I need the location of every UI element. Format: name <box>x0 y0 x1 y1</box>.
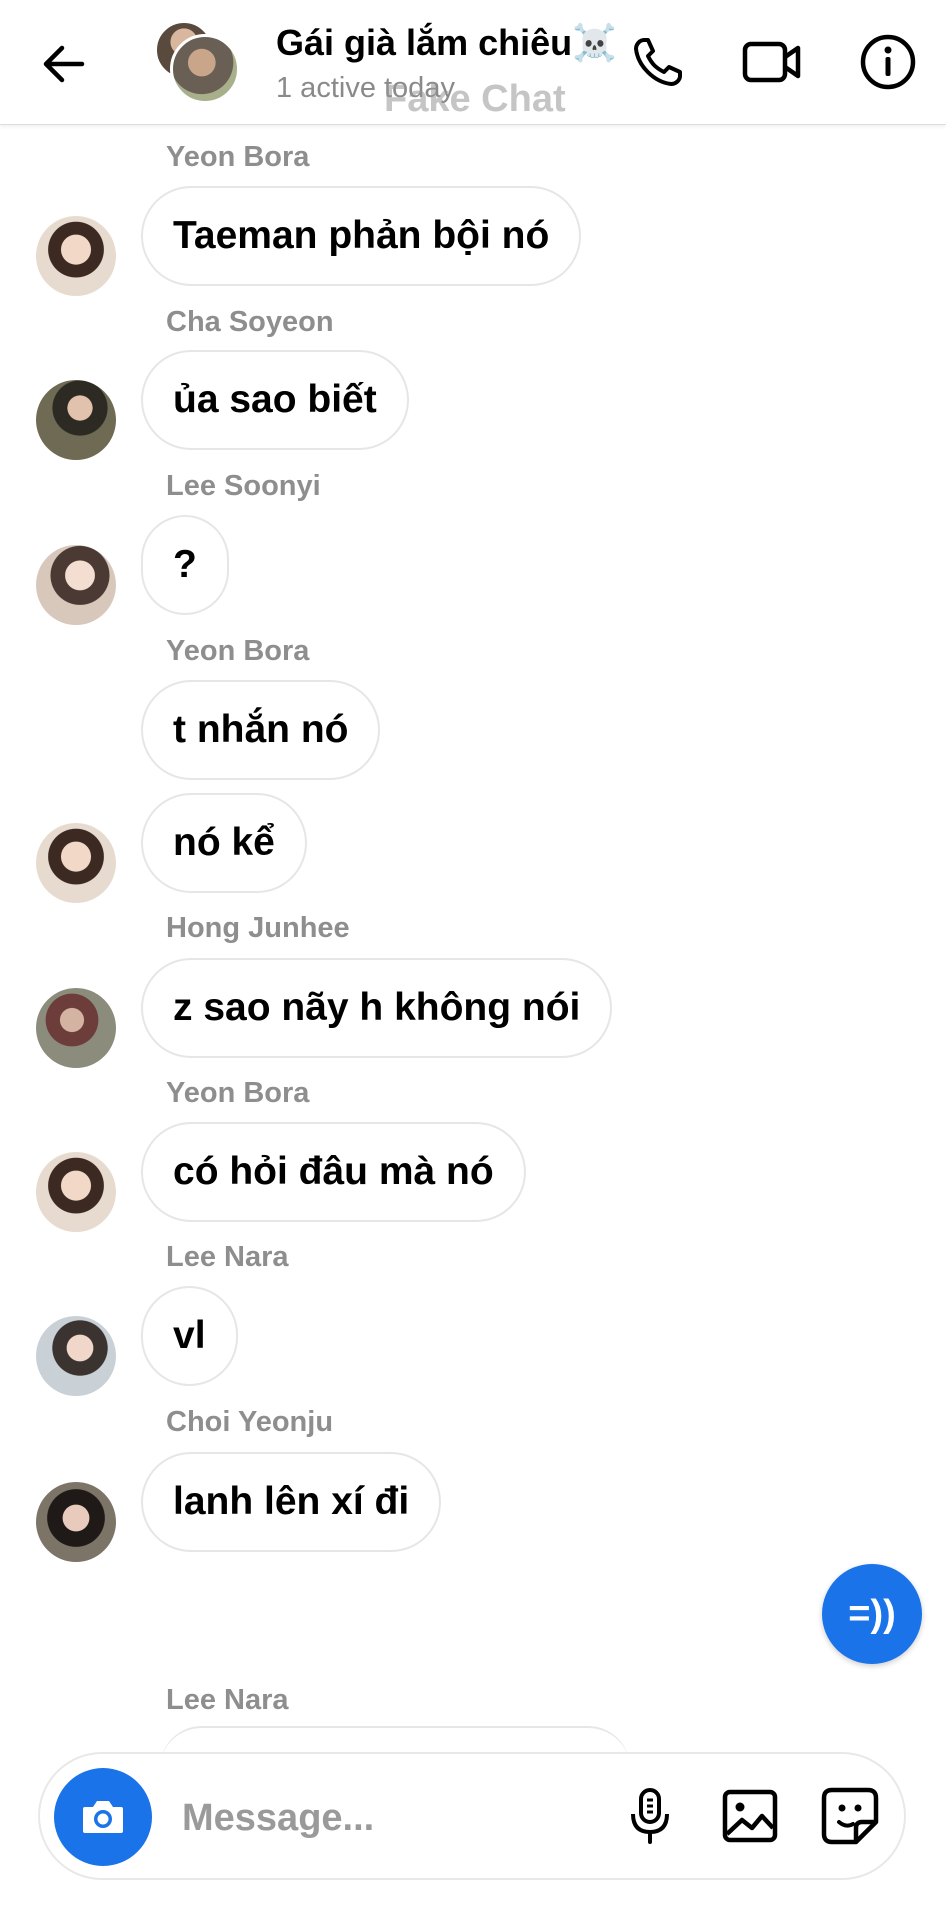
sender-name: Yeon Bora <box>166 635 310 667</box>
message-bubble[interactable]: ? <box>141 515 229 615</box>
chat-header: Gái già lắm chiêu☠️ 1 active today Fake … <box>0 0 946 125</box>
sender-name: Choi Yeonju <box>166 1406 334 1438</box>
camera-icon <box>83 1801 123 1833</box>
sender-name: Lee Nara <box>166 1684 289 1716</box>
video-call-button[interactable] <box>740 30 804 94</box>
video-camera-icon <box>742 41 801 83</box>
message-bubble[interactable]: Taeman phản bội nó <box>141 186 582 286</box>
sender-name: Yeon Bora <box>166 141 310 173</box>
phone-icon <box>634 38 682 86</box>
avatar[interactable] <box>36 1482 116 1562</box>
camera-button[interactable] <box>54 1768 152 1866</box>
message-bubble[interactable]: có hỏi đâu mà nó <box>141 1122 526 1222</box>
info-icon <box>860 34 916 90</box>
sticker-button[interactable] <box>818 1784 882 1848</box>
avatar[interactable] <box>36 988 116 1068</box>
watermark: Fake Chat <box>384 78 566 120</box>
call-button[interactable] <box>626 30 690 94</box>
avatar[interactable] <box>36 1152 116 1232</box>
avatar[interactable] <box>36 1316 116 1396</box>
sender-name: Cha Soyeon <box>166 306 334 338</box>
gallery-button[interactable] <box>718 1784 782 1848</box>
sender-name: Yeon Bora <box>166 1077 310 1109</box>
sticker-icon <box>821 1787 879 1845</box>
voice-effect-button[interactable]: =)) <box>822 1564 922 1664</box>
avatar <box>170 34 240 104</box>
sender-name: Lee Soonyi <box>166 470 321 502</box>
voice-message-button[interactable] <box>618 1784 682 1848</box>
group-avatar[interactable] <box>154 20 242 104</box>
sender-name: Lee Nara <box>166 1241 289 1273</box>
avatar[interactable] <box>36 380 116 460</box>
arrow-left-icon <box>43 45 85 83</box>
back-button[interactable] <box>36 36 92 92</box>
message-bubble[interactable]: ủa sao biết <box>141 350 409 450</box>
avatar[interactable] <box>36 216 116 296</box>
image-icon <box>722 1789 778 1843</box>
message-bubble[interactable]: z sao nãy h không nói <box>141 958 613 1058</box>
message-composer <box>38 1752 906 1880</box>
avatar[interactable] <box>36 823 116 903</box>
message-bubble[interactable]: nó kể <box>141 793 307 893</box>
avatar[interactable] <box>36 545 116 625</box>
message-bubble[interactable]: t nhắn nó <box>141 680 381 780</box>
chat-title[interactable]: Gái già lắm chiêu☠️ <box>276 22 617 64</box>
microphone-icon <box>631 1788 669 1844</box>
message-bubble[interactable]: lanh lên xí đi <box>141 1452 442 1552</box>
message-bubble[interactable]: vl <box>141 1286 238 1386</box>
message-input[interactable] <box>180 1782 614 1854</box>
sender-name: Hong Junhee <box>166 912 350 944</box>
info-button[interactable] <box>856 30 920 94</box>
